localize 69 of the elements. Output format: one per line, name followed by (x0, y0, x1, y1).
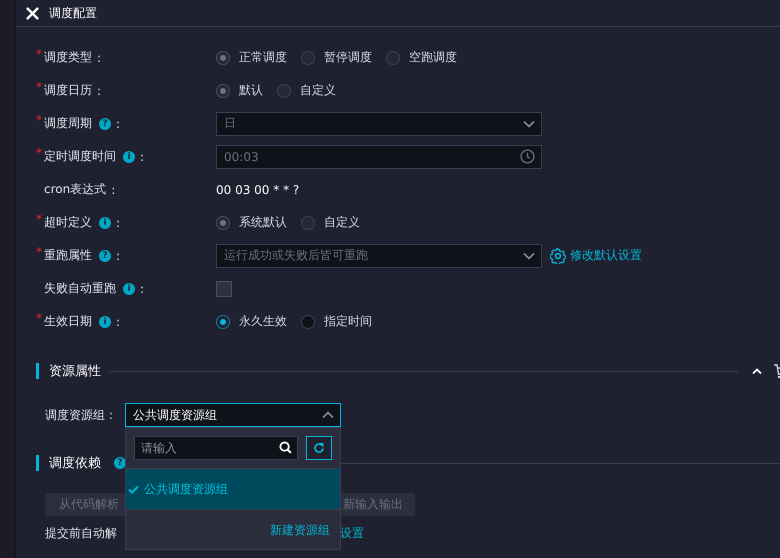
help-icon: i (123, 282, 135, 294)
section-marker (36, 363, 39, 379)
label-colon: : (140, 282, 144, 296)
gear-icon (550, 248, 566, 264)
help-icon: i (99, 316, 111, 328)
radio-label: 自定义 (324, 214, 360, 231)
chevron-up-icon (322, 411, 334, 419)
dropdown-option[interactable]: 公共调度资源组 (126, 468, 340, 510)
help-icon: i (123, 150, 135, 162)
section-title: 资源属性 (49, 363, 101, 380)
settings-link[interactable]: 设置 (340, 525, 364, 542)
field-label: 定时调度时间 (44, 148, 116, 165)
label-colon: : (97, 84, 102, 98)
search-field[interactable]: 请输入 (134, 436, 298, 460)
radio-label: 空跑调度 (409, 49, 457, 66)
radio-option[interactable]: 永久生效 (216, 313, 287, 330)
chevron-down-icon (523, 252, 535, 260)
close-icon[interactable] (26, 6, 39, 20)
field-label: 调度日历 (44, 82, 92, 99)
label-colon: : (116, 216, 120, 230)
section-title: 调度依赖 (49, 455, 101, 472)
field-label: 失败自动重跑 (44, 280, 116, 297)
help-icon: i (99, 216, 111, 228)
radio-label: 正常调度 (239, 49, 287, 66)
label-colon: : (140, 150, 144, 164)
field-label: 重跑属性 (44, 247, 92, 264)
field-label: 提交前自动解 (45, 525, 117, 542)
label-colon: : (116, 116, 120, 130)
label-colon: : (111, 182, 116, 196)
cron-expression: 00 03 00 * * ? (216, 182, 300, 196)
clock-icon (520, 149, 535, 164)
field-label: cron表达式 (44, 181, 106, 198)
help-icon: ? (114, 457, 126, 469)
section-marker (36, 455, 39, 471)
help-icon: ? (99, 118, 111, 130)
required-mark: * (36, 113, 42, 127)
new-resource-group-link[interactable]: 新建资源组 (270, 522, 330, 539)
radio-button[interactable] (216, 314, 230, 328)
required-mark: * (36, 311, 42, 325)
required-mark: * (36, 212, 42, 226)
chevron-up-icon[interactable] (752, 368, 762, 374)
radio-label: 系统默认 (239, 214, 287, 231)
radio-label: 指定时间 (324, 313, 372, 330)
radio-label: 默认 (239, 82, 263, 99)
radio-label: 暂停调度 (324, 49, 372, 66)
chevron-down-icon (523, 120, 535, 128)
radio-label: 永久生效 (239, 313, 287, 330)
refresh-button[interactable] (306, 436, 332, 460)
help-icon: ? (99, 250, 111, 262)
radio-button[interactable] (301, 314, 315, 328)
search-icon (279, 441, 292, 454)
field-label: 生效日期 (44, 313, 92, 330)
required-mark: * (36, 80, 42, 94)
required-mark: * (36, 146, 42, 160)
field-label: 超时定义 (44, 214, 92, 231)
dialog-title: 调度配置 (49, 4, 97, 22)
field-label: 调度资源组 : (44, 406, 114, 424)
label-colon: : (116, 248, 120, 262)
label-colon: : (97, 50, 102, 64)
label-colon: : (116, 314, 120, 328)
required-mark: * (36, 47, 42, 61)
radio-option[interactable]: 指定时间 (301, 313, 372, 330)
field-label: 调度类型 (44, 49, 92, 66)
radio-label: 自定义 (300, 82, 336, 99)
resource-group-select[interactable]: 公共调度资源组 (125, 403, 341, 427)
refresh-icon (313, 442, 325, 454)
field-label: 调度周期 (44, 115, 92, 132)
required-mark: * (36, 245, 42, 259)
checkmark-icon (128, 484, 139, 494)
